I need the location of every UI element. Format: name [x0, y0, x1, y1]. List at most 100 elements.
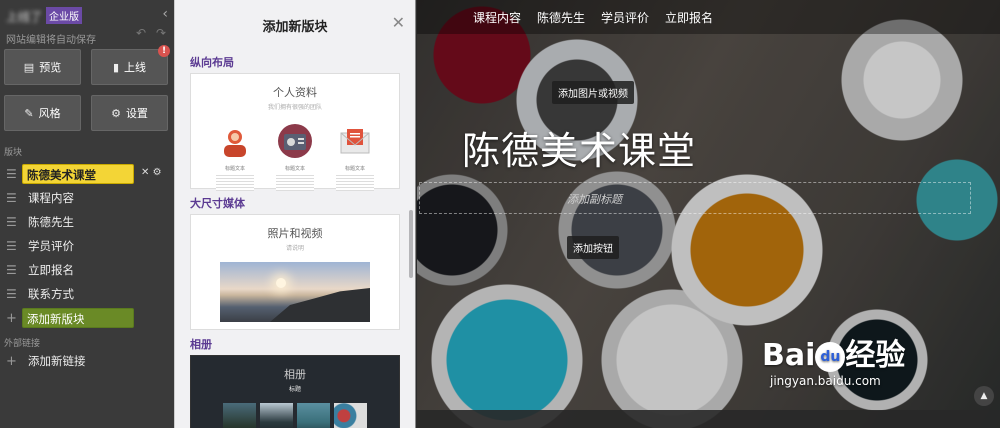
feature-caption: 标题文本	[224, 166, 245, 172]
redo-icon[interactable]: ↷	[156, 26, 166, 40]
watermark-brand: Bai du 经验	[762, 338, 906, 373]
placeholder-text	[216, 175, 254, 191]
template-card-media[interactable]: 照片和视频 请说明	[190, 214, 400, 330]
nav-item[interactable]: 学员评价	[601, 9, 649, 26]
hero-title[interactable]: 陈德美术课堂	[462, 120, 696, 175]
paw-icon: du	[815, 341, 846, 372]
gallery-thumbnail	[297, 403, 330, 428]
feature-columns: 标题文本 标题文本 标题文本	[191, 111, 399, 191]
watermark-url: jingyan.baidu.com	[770, 374, 881, 388]
person-icon	[217, 123, 253, 159]
preview-label: 预览	[39, 61, 62, 74]
undo-icon[interactable]: ↶	[136, 26, 146, 40]
drag-handle-icon[interactable]: ☰	[6, 215, 22, 229]
blocks-section-label: 版块	[4, 148, 23, 158]
block-tools: ✕ ⚙	[141, 167, 162, 178]
block-label: 陈德美术课堂	[22, 164, 134, 184]
add-button-button[interactable]: 添加按钮	[567, 236, 619, 259]
edition-badge: 企业版	[46, 7, 83, 24]
feature-column: 标题文本	[270, 123, 320, 191]
style-button[interactable]: ✎ 风格	[4, 95, 81, 131]
placeholder-text	[276, 175, 314, 191]
block-label: 立即报名	[28, 263, 74, 277]
editor-sidebar: 上线了 企业版 网站编辑将自动保存 ‹ ↶ ↷ ▤ 预览 ▮ 上线 ! ✎ 风格 …	[0, 0, 174, 428]
card-title: 照片和视频	[267, 227, 323, 240]
card-title: 相册	[284, 368, 306, 381]
site-preview: 课程内容 陈德先生 学员评价 立即报名 添加图片或视频 陈德美术课堂 添加副标题…	[417, 0, 1000, 428]
block-label: 陈德先生	[28, 215, 74, 229]
scroll-up-icon[interactable]: ▲	[974, 386, 994, 406]
publish-button[interactable]: ▮ 上线 !	[91, 45, 170, 85]
subtitle-box[interactable]	[419, 182, 971, 214]
gear-icon[interactable]: ⚙	[153, 167, 162, 178]
panel-title: 添加新版块	[262, 20, 328, 35]
nav-item[interactable]: 课程内容	[473, 9, 521, 26]
placeholder-text	[336, 175, 374, 191]
site-nav: 课程内容 陈德先生 学员评价 立即报名	[417, 0, 1000, 34]
drag-handle-icon[interactable]: ☰	[6, 239, 22, 253]
radio-icon	[277, 123, 313, 159]
drag-handle-icon[interactable]: ☰	[6, 191, 22, 205]
block-item-contact[interactable]: ☰ 联系方式	[0, 282, 174, 306]
add-link-button[interactable]: + 添加新链接	[0, 349, 174, 373]
block-item-course[interactable]: ☰ 课程内容	[0, 186, 174, 210]
preview-icon: ▤	[23, 60, 35, 74]
add-link-label: 添加新链接	[28, 354, 86, 368]
block-list: ☰ 陈德美术课堂 ✕ ⚙ ☰ 课程内容 ☰ 陈德先生 ☰ 学员评价 ☰ 立即报名…	[0, 158, 174, 330]
template-card-profile[interactable]: 个人资料 我们拥有很强的团队 标题文本 标题文本 标题文本	[190, 73, 400, 191]
close-icon[interactable]: ✕	[392, 13, 405, 32]
collapse-panel-icon[interactable]: ‹	[162, 6, 168, 22]
editor-header: 上线了 企业版 网站编辑将自动保存 ‹ ↶ ↷	[0, 0, 174, 46]
gallery-thumbnails	[191, 393, 399, 428]
gear-icon: ⚙	[111, 106, 121, 120]
panel-header: 添加新版块 ✕	[175, 0, 415, 48]
external-links-label: 外部链接	[4, 339, 41, 349]
gallery-thumbnail	[223, 403, 256, 428]
block-item-reviews[interactable]: ☰ 学员评价	[0, 234, 174, 258]
card-subtitle: 标题	[288, 386, 301, 393]
category-label: 相册	[190, 338, 212, 351]
publish-label: 上线	[124, 61, 147, 74]
block-label: 课程内容	[28, 191, 74, 205]
drag-handle-icon[interactable]: ☰	[6, 287, 22, 301]
preview-button[interactable]: ▤ 预览	[4, 49, 81, 85]
plus-icon: +	[6, 353, 17, 369]
block-label: 联系方式	[28, 287, 74, 301]
block-item-signup[interactable]: ☰ 立即报名	[0, 258, 174, 282]
background-shade	[417, 0, 1000, 428]
nav-item[interactable]: 立即报名	[665, 9, 713, 26]
card-subtitle: 请说明	[285, 245, 304, 252]
category-label: 大尺寸媒体	[190, 197, 245, 210]
nav-item[interactable]: 陈德先生	[537, 9, 585, 26]
brush-icon: ✎	[24, 106, 34, 120]
delete-icon[interactable]: ✕	[141, 167, 149, 178]
alert-badge: !	[158, 45, 170, 57]
feature-column: 标题文本	[210, 123, 260, 191]
baidu-watermark: Bai du 经验 jingyan.baidu.com	[762, 330, 905, 388]
settings-button[interactable]: ⚙ 设置	[91, 95, 168, 131]
publish-icon: ▮	[112, 60, 120, 74]
add-block-button[interactable]: + 添加新版块	[0, 306, 174, 330]
category-label: 纵向布局	[190, 56, 234, 69]
mail-icon	[337, 123, 373, 159]
preview-bottom-bar	[417, 410, 1000, 428]
subtitle-placeholder[interactable]: 添加副标题	[567, 191, 622, 207]
feature-caption: 标题文本	[344, 166, 365, 172]
style-label: 风格	[38, 107, 61, 120]
add-media-button[interactable]: 添加图片或视频	[552, 81, 634, 104]
template-card-gallery[interactable]: 相册 标题	[190, 355, 400, 428]
site-name: 上线了	[6, 10, 43, 24]
card-title: 个人资料	[273, 86, 317, 99]
block-label: 学员评价	[28, 239, 74, 253]
add-block-label: 添加新版块	[22, 308, 134, 328]
gallery-thumbnail	[260, 403, 293, 428]
drag-handle-icon[interactable]: ☰	[6, 263, 22, 277]
landscape-image	[220, 262, 370, 322]
block-item-teacher[interactable]: ☰ 陈德先生	[0, 210, 174, 234]
drag-handle-icon[interactable]: ☰	[6, 167, 22, 181]
feature-caption: 标题文本	[284, 166, 305, 172]
settings-label: 设置	[125, 107, 148, 120]
plus-icon: +	[6, 310, 17, 326]
block-item-hero[interactable]: ☰ 陈德美术课堂 ✕ ⚙	[0, 162, 174, 186]
panel-scrollbar[interactable]	[409, 210, 413, 278]
